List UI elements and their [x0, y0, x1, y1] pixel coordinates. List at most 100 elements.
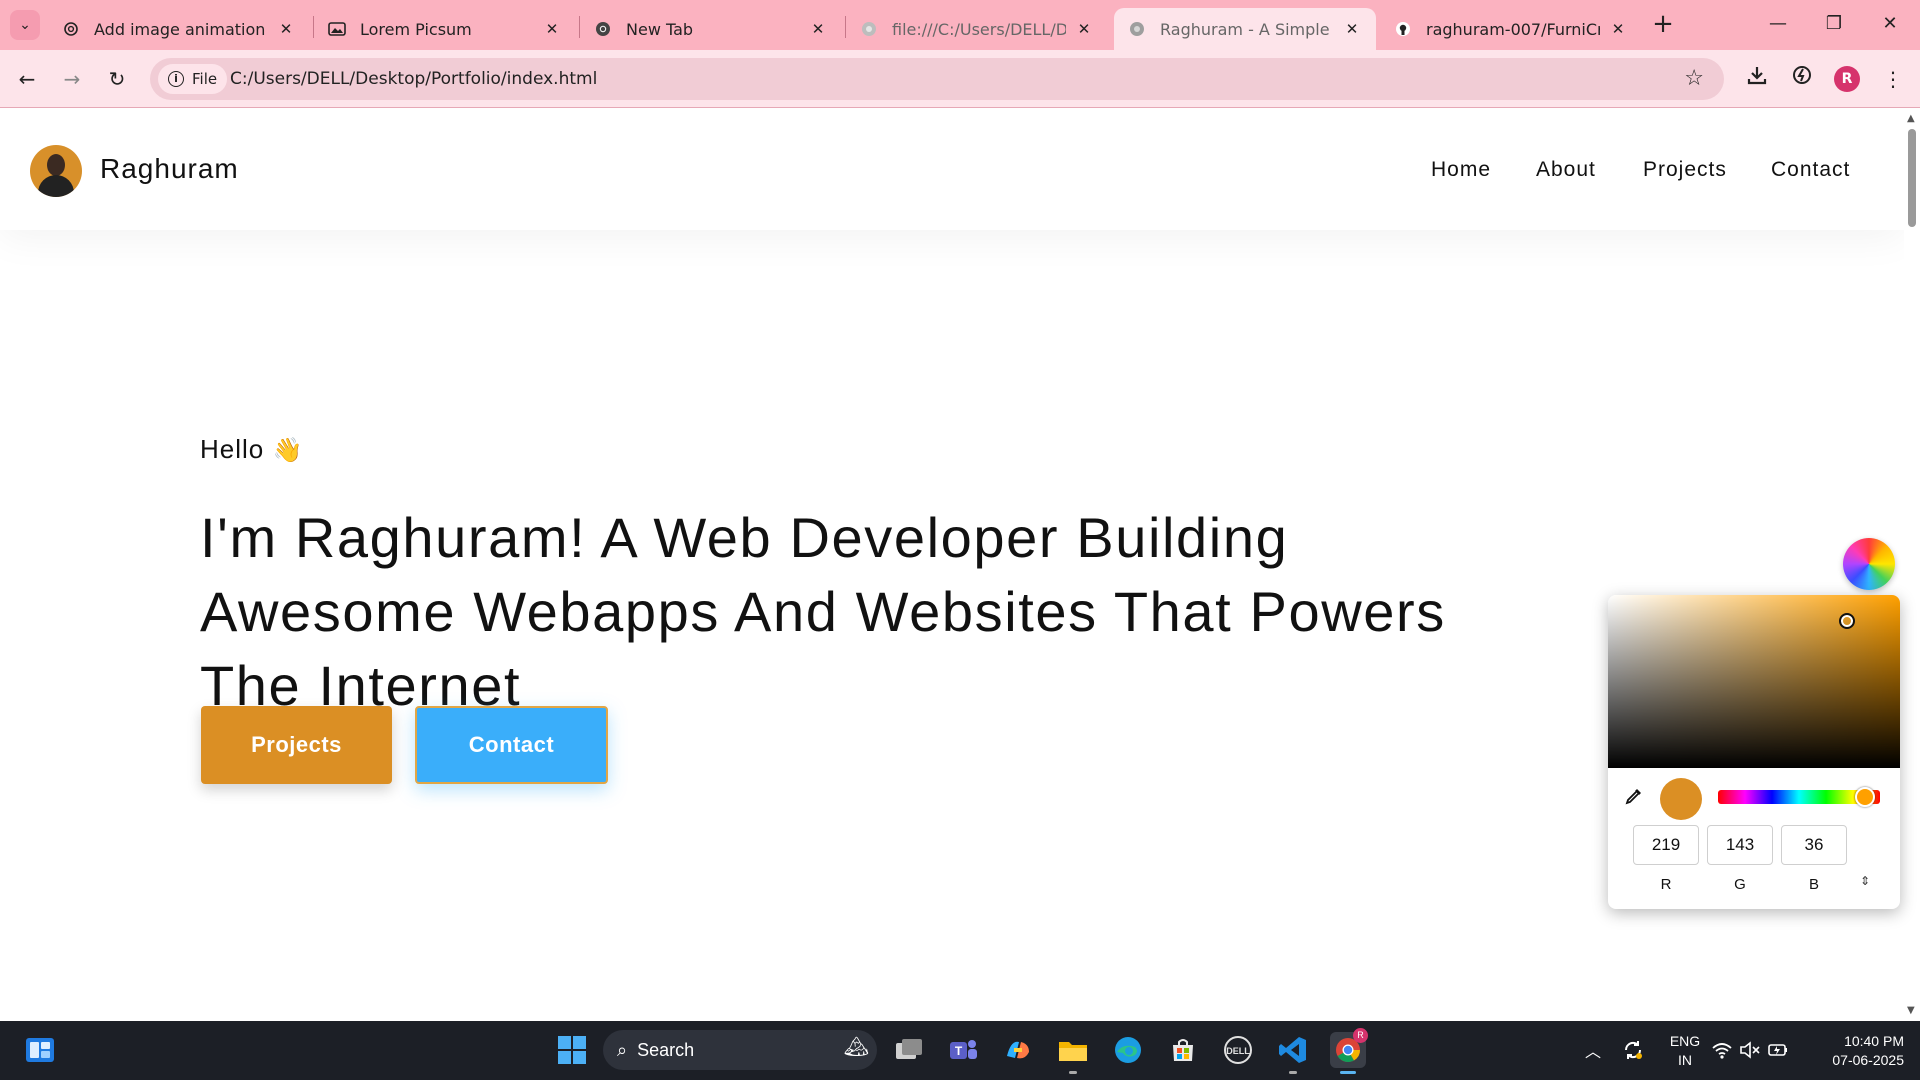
- dell-icon[interactable]: DELL: [1220, 1032, 1256, 1068]
- close-tab-icon[interactable]: ✕: [542, 20, 562, 38]
- avatar-body: [38, 175, 74, 197]
- nav-link-projects[interactable]: Projects: [1643, 158, 1727, 182]
- taskbar: ⌕ Search 🏔 T DELL R ︿ ENG IN 10:40 PM 07…: [0, 1021, 1920, 1080]
- nav-link-home[interactable]: Home: [1431, 158, 1491, 182]
- close-tab-icon[interactable]: ✕: [808, 20, 828, 38]
- minimize-icon[interactable]: —: [1758, 8, 1798, 40]
- search-placeholder: Search: [637, 1039, 695, 1060]
- tab-add-image-animation[interactable]: Add image animation ✕: [48, 8, 310, 50]
- globe-icon: [1128, 20, 1146, 38]
- taskbar-search[interactable]: ⌕ Search 🏔: [603, 1030, 877, 1070]
- site-header: Raghuram Home About Projects Contact: [0, 109, 1904, 230]
- svg-text:T: T: [955, 1044, 963, 1058]
- clock[interactable]: 10:40 PM 07-06-2025: [1810, 1032, 1904, 1070]
- new-tab-button[interactable]: +: [1648, 10, 1678, 40]
- globe-icon: [860, 20, 878, 38]
- saturation-value-area[interactable]: [1608, 595, 1900, 768]
- avatar[interactable]: [30, 145, 82, 197]
- nav-link-contact[interactable]: Contact: [1771, 158, 1850, 182]
- tab-github-furnicraft[interactable]: raghuram-007/FurniCraft- ✕: [1380, 8, 1642, 50]
- chrome-taskbar-icon[interactable]: R: [1330, 1028, 1368, 1074]
- running-indicator: [1289, 1071, 1297, 1074]
- wifi-icon[interactable]: [1708, 1032, 1736, 1068]
- saturation-handle[interactable]: [1839, 613, 1855, 629]
- chrome-icon: [594, 20, 612, 38]
- nav-link-about[interactable]: About: [1536, 158, 1596, 182]
- color-picker-popup: 219 143 36 R G B ⇕: [1608, 595, 1900, 909]
- svg-text:DELL: DELL: [1226, 1046, 1250, 1056]
- tab-title: Lorem Picsum: [360, 19, 472, 39]
- show-hidden-icons-chevron-icon[interactable]: ︿: [1575, 1032, 1611, 1068]
- red-value-input[interactable]: 219: [1633, 825, 1699, 865]
- forward-arrow-icon[interactable]: →: [56, 63, 88, 95]
- windows-start-icon[interactable]: [554, 1032, 590, 1068]
- projects-button[interactable]: Projects: [201, 706, 392, 784]
- search-icon: ⌕: [617, 1039, 628, 1060]
- github-icon: [1394, 20, 1412, 38]
- chrome-profile-badge: R: [1353, 1028, 1368, 1043]
- clock-time: 10:40 PM: [1844, 1033, 1904, 1049]
- tab-title: raghuram-007/FurniCraft-: [1426, 19, 1600, 39]
- copilot-icon[interactable]: [1000, 1032, 1036, 1068]
- hero-greeting: Hello 👋: [200, 434, 303, 465]
- profile-avatar[interactable]: R: [1834, 66, 1860, 92]
- sync-icon[interactable]: [1615, 1032, 1651, 1068]
- green-label: G: [1734, 876, 1746, 893]
- microsoft-store-icon[interactable]: [1165, 1032, 1201, 1068]
- image-icon: [328, 20, 346, 38]
- restore-icon[interactable]: ❐: [1814, 8, 1854, 40]
- scroll-thumb[interactable]: [1908, 129, 1916, 227]
- greeting-text: Hello: [200, 434, 265, 464]
- battery-charging-icon[interactable]: [1764, 1032, 1792, 1068]
- page-scrollbar[interactable]: ▲ ▼: [1904, 109, 1920, 1021]
- close-tab-icon[interactable]: ✕: [1074, 20, 1094, 38]
- volume-muted-icon[interactable]: [1736, 1032, 1764, 1068]
- back-arrow-icon[interactable]: ←: [11, 63, 43, 95]
- green-value-input[interactable]: 143: [1707, 825, 1773, 865]
- brand-name[interactable]: Raghuram: [100, 153, 239, 185]
- vscode-icon[interactable]: [1275, 1032, 1311, 1074]
- info-icon: i: [168, 71, 184, 87]
- site-info-chip[interactable]: i File: [158, 64, 228, 94]
- edge-icon[interactable]: [1110, 1032, 1146, 1068]
- openai-icon: [62, 20, 80, 38]
- performance-icon[interactable]: [1785, 62, 1819, 96]
- scheme-label: File: [192, 70, 218, 88]
- tab-title: New Tab: [626, 19, 694, 39]
- contact-button[interactable]: Contact: [415, 706, 608, 784]
- tab-lorem-picsum[interactable]: Lorem Picsum ✕: [314, 8, 576, 50]
- blue-value-input[interactable]: 36: [1781, 825, 1847, 865]
- tab-search-button[interactable]: ⌄: [10, 10, 40, 40]
- url-text[interactable]: C:/Users/DELL/Desktop/Portfolio/index.ht…: [230, 69, 597, 89]
- close-tab-icon[interactable]: ✕: [1342, 20, 1362, 38]
- tab-title: file:///C:/Users/DELL/Deskt: [892, 19, 1066, 39]
- close-tab-icon[interactable]: ✕: [276, 20, 296, 38]
- close-window-icon[interactable]: ✕: [1870, 8, 1910, 40]
- avatar-head: [47, 154, 65, 176]
- download-icon[interactable]: [1740, 62, 1774, 96]
- format-toggle-icon[interactable]: ⇕: [1860, 874, 1870, 888]
- red-label: R: [1660, 876, 1672, 893]
- tab-title: Raghuram - A Simple & Cl: [1160, 19, 1334, 39]
- tab-new-tab[interactable]: New Tab ✕: [580, 8, 842, 50]
- address-bar[interactable]: i File C:/Users/DELL/Desktop/Portfolio/i…: [150, 58, 1724, 100]
- bookmark-star-icon[interactable]: ☆: [1684, 66, 1704, 91]
- close-tab-icon[interactable]: ✕: [1608, 20, 1628, 38]
- language-line1: ENG: [1669, 1033, 1701, 1049]
- task-view-icon[interactable]: [891, 1032, 927, 1068]
- widgets-icon[interactable]: [22, 1032, 58, 1068]
- teams-icon[interactable]: T: [945, 1032, 981, 1068]
- reload-icon[interactable]: ↻: [101, 63, 133, 95]
- color-wheel-icon[interactable]: [1843, 538, 1895, 590]
- scroll-up-arrow-icon[interactable]: ▲: [1907, 113, 1915, 124]
- language-indicator[interactable]: ENG IN: [1668, 1032, 1702, 1070]
- tab-raghuram-portfolio[interactable]: Raghuram - A Simple & Cl ✕: [1114, 8, 1376, 50]
- scroll-down-arrow-icon[interactable]: ▼: [1907, 1005, 1915, 1016]
- hue-slider-handle[interactable]: [1855, 787, 1875, 807]
- language-line2: IN: [1678, 1052, 1692, 1068]
- file-explorer-icon[interactable]: [1055, 1032, 1091, 1074]
- tab-file-url[interactable]: file:///C:/Users/DELL/Deskt ✕: [846, 8, 1108, 50]
- eyedropper-icon[interactable]: [1624, 786, 1644, 811]
- blue-label: B: [1808, 876, 1819, 893]
- more-menu-icon[interactable]: ⋮: [1876, 62, 1910, 96]
